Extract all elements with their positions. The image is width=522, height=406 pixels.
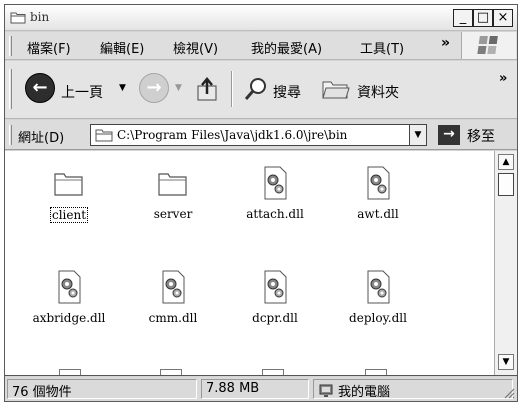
file-item-client[interactable]: client xyxy=(29,165,109,239)
folder-icon xyxy=(95,129,113,142)
back-button[interactable]: ← xyxy=(25,73,55,103)
file-label: axbridge.dll xyxy=(32,311,106,325)
scroll-up-button[interactable]: ▲ xyxy=(498,154,514,170)
standard-toolbar: ← 上一頁 ▼ → ▼ 搜尋 資料夾 » xyxy=(5,61,517,119)
go-arrow-icon[interactable]: → xyxy=(438,125,460,145)
file-item-attach-dll[interactable]: attach.dll xyxy=(235,165,315,239)
dll-gear-icon xyxy=(162,270,185,304)
vertical-scrollbar[interactable]: ▲ ▼ xyxy=(494,151,517,375)
menu-file[interactable]: 檔案(F) xyxy=(27,38,71,57)
minimize-button[interactable]: _ xyxy=(453,9,473,27)
up-folder-icon[interactable] xyxy=(195,74,219,102)
dll-gear-icon xyxy=(264,166,287,200)
file-label: dcpr.dll xyxy=(252,311,298,325)
windows-logo xyxy=(461,32,516,59)
partial-file-icon[interactable] xyxy=(160,369,182,375)
partial-file-icon[interactable] xyxy=(365,369,387,375)
scroll-thumb[interactable] xyxy=(498,173,514,196)
close-button[interactable]: × xyxy=(493,9,513,27)
location-pane: 我的電腦 xyxy=(313,379,513,400)
object-count: 76 個物件 xyxy=(7,379,197,400)
location-label: 我的電腦 xyxy=(338,385,391,400)
status-bar: 76 個物件 7.88 MB 我的電腦 xyxy=(5,377,517,401)
file-item-server[interactable]: server xyxy=(133,165,213,239)
address-dropdown-button[interactable]: ▼ xyxy=(409,125,426,145)
menu-edit[interactable]: 編輯(E) xyxy=(100,38,144,57)
file-label: server xyxy=(153,207,193,221)
back-label[interactable]: 上一頁 xyxy=(61,82,103,102)
menu-view[interactable]: 檢視(V) xyxy=(173,38,218,57)
toolbar-grip[interactable] xyxy=(9,69,12,109)
explorer-window: bin _ □ × 檔案(F) 編輯(E) 檢視(V) 我的最愛(A) 工具(T… xyxy=(4,4,518,402)
maximize-button[interactable]: □ xyxy=(473,9,493,27)
address-input[interactable]: C:\Program Files\Java\jdk1.6.0\jre\bin ▼ xyxy=(90,124,427,146)
file-item-awt-dll[interactable]: awt.dll xyxy=(338,165,418,239)
forward-dropdown-icon[interactable]: ▼ xyxy=(175,83,182,93)
folder-icon xyxy=(54,173,83,196)
window-title: bin xyxy=(30,10,50,24)
folder-icon xyxy=(158,173,187,196)
menu-tools[interactable]: 工具(T) xyxy=(360,38,404,57)
file-item-axbridge-dll[interactable]: axbridge.dll xyxy=(29,269,109,343)
folders-icon[interactable] xyxy=(321,77,351,101)
file-label: deploy.dll xyxy=(349,311,407,325)
toolbar-separator xyxy=(231,71,233,107)
dll-gear-icon xyxy=(58,270,81,304)
go-button[interactable]: 移至 xyxy=(467,126,495,146)
dll-gear-icon xyxy=(367,166,390,200)
dll-gear-icon xyxy=(264,270,287,304)
partial-file-icon[interactable] xyxy=(262,369,284,375)
file-label: cmm.dll xyxy=(148,311,198,325)
search-icon[interactable] xyxy=(243,76,269,102)
back-dropdown-icon[interactable]: ▼ xyxy=(119,83,126,93)
windows-flag-icon xyxy=(477,36,498,54)
scroll-down-button[interactable]: ▼ xyxy=(498,354,514,370)
file-label: attach.dll xyxy=(246,207,304,221)
resize-grip-icon[interactable] xyxy=(502,386,515,399)
forward-button[interactable]: → xyxy=(139,73,169,103)
menu-grip[interactable] xyxy=(9,36,12,56)
file-label: awt.dll xyxy=(357,207,399,221)
search-button[interactable]: 搜尋 xyxy=(273,82,301,102)
menu-bar: 檔案(F) 編輯(E) 檢視(V) 我的最愛(A) 工具(T) » xyxy=(5,32,517,60)
selection-size: 7.88 MB xyxy=(201,379,309,399)
toolbar-overflow-chevron[interactable]: » xyxy=(499,71,507,86)
address-bar: 網址(D) C:\Program Files\Java\jdk1.6.0\jre… xyxy=(5,120,517,150)
address-value[interactable]: C:\Program Files\Java\jdk1.6.0\jre\bin xyxy=(117,128,347,142)
menu-overflow-chevron[interactable]: » xyxy=(441,35,450,51)
my-computer-icon xyxy=(319,384,333,397)
forward-arrow-icon: → xyxy=(146,77,162,98)
file-item-cmm-dll[interactable]: cmm.dll xyxy=(133,269,213,343)
title-bar[interactable]: bin _ □ × xyxy=(5,5,517,31)
file-item-deploy-dll[interactable]: deploy.dll xyxy=(338,269,418,343)
file-list-view[interactable]: client server attach.dll awt.dll axbridg… xyxy=(5,151,517,376)
file-item-dcpr-dll[interactable]: dcpr.dll xyxy=(235,269,315,343)
menu-favorites[interactable]: 我的最愛(A) xyxy=(251,38,322,57)
address-grip[interactable] xyxy=(9,125,12,145)
folder-icon xyxy=(10,12,26,24)
back-arrow-icon: ← xyxy=(32,77,48,98)
partial-file-icon[interactable] xyxy=(59,369,81,375)
dll-gear-icon xyxy=(367,270,390,304)
file-label: client xyxy=(49,207,89,223)
address-label: 網址(D) xyxy=(18,131,65,146)
folders-button[interactable]: 資料夾 xyxy=(357,82,399,102)
